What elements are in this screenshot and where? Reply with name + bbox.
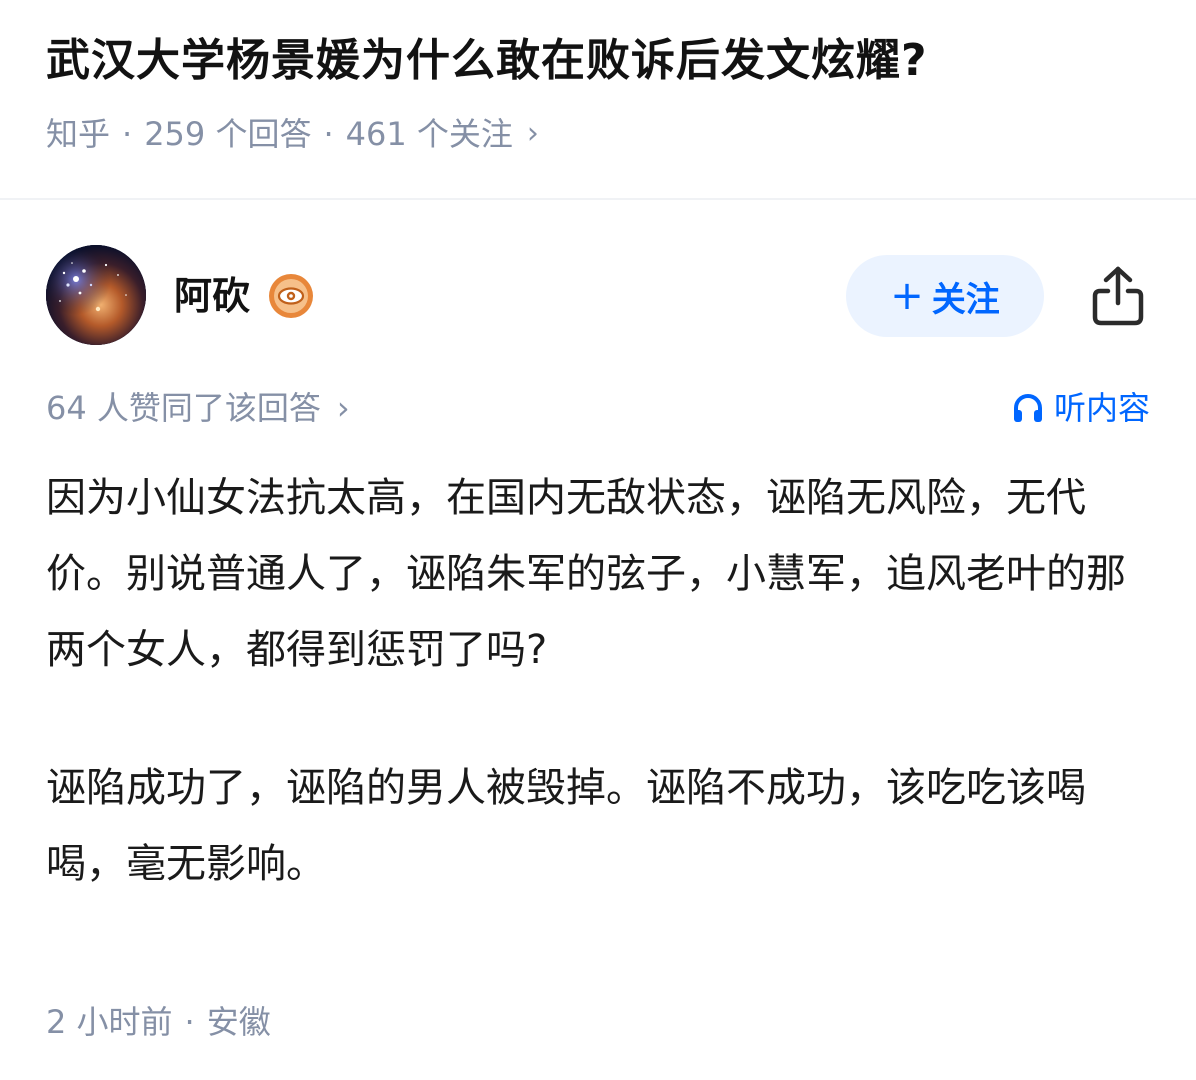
answers-count: 259 个回答 (144, 115, 312, 153)
question-header: 武汉大学杨景媛为什么敢在败诉后发文炫耀? 知乎 · 259 个回答 · 461 … (46, 28, 1156, 156)
plus-icon: + (890, 273, 924, 319)
chevron-right-icon: › (336, 389, 350, 427)
meta-separator: · (184, 1003, 195, 1041)
upvote-summary[interactable]: 64 人赞同了该回答 › (46, 384, 350, 432)
galaxy-avatar-icon (46, 245, 146, 345)
meta-separator: · (323, 115, 334, 153)
follow-button[interactable]: + 关注 (846, 255, 1044, 337)
listen-button[interactable]: 听内容 (1010, 384, 1150, 432)
source-label: 知乎 (46, 115, 111, 153)
post-location: 安徽 (206, 1003, 271, 1041)
question-title[interactable]: 武汉大学杨景媛为什么敢在败诉后发文炫耀? (46, 28, 1156, 94)
follow-button-label: 关注 (931, 279, 1000, 320)
question-meta[interactable]: 知乎 · 259 个回答 · 461 个关注 › (46, 112, 1156, 156)
listen-label: 听内容 (1053, 389, 1150, 427)
answer-paragraph: 因为小仙女法抗太高，在国内无敌状态，诬陷无风险，无代价。别说普通人了，诬陷朱军的… (46, 475, 1126, 673)
upvote-row: 64 人赞同了该回答 › 听内容 (46, 384, 1150, 432)
headphones-icon (1013, 394, 1042, 422)
answer-content[interactable]: 因为小仙女法抗太高，在国内无敌状态，诬陷无风险，无代价。别说普通人了，诬陷朱军的… (46, 460, 1146, 902)
answer-footer-meta: 2 小时前 · 安徽 (46, 998, 271, 1046)
upvote-count-text: 64 人赞同了该回答 (46, 389, 321, 427)
chevron-right-icon: › (526, 116, 539, 151)
meta-separator: · (122, 115, 133, 153)
followers-count: 461 个关注 (345, 115, 513, 153)
share-icon[interactable] (1090, 265, 1146, 327)
avatar[interactable] (46, 245, 146, 345)
author-name[interactable]: 阿砍 (174, 273, 250, 319)
section-divider (0, 198, 1196, 200)
author-row: 阿砍 + 关注 (46, 245, 1150, 345)
post-time: 2 小时前 (46, 1003, 173, 1041)
eye-badge-icon[interactable] (268, 273, 314, 319)
answer-paragraph: 诬陷成功了，诬陷的男人被毁掉。诬陷不成功，该吃吃该喝喝，毫无影响。 (46, 765, 1086, 887)
